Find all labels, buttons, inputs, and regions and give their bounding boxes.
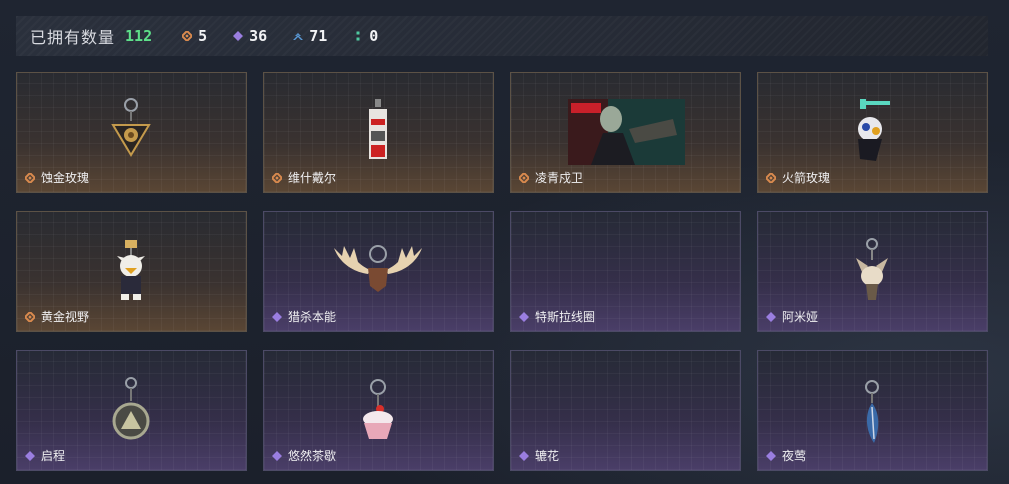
charm-name-row: 启程 [25, 447, 65, 464]
purple-diamond-icon [519, 311, 529, 322]
charm-name-row: 火箭玫瑰 [766, 169, 830, 186]
charm-card[interactable]: 阿米娅 [757, 211, 988, 332]
charm-card[interactable]: 火箭玫瑰 [757, 72, 988, 193]
fox-charm-icon [856, 238, 888, 300]
charm-name-row: 辘花 [519, 447, 559, 464]
charm-name-row: 维什戴尔 [272, 169, 336, 186]
cupcake-charm-icon [363, 379, 393, 439]
green-dots-icon [356, 31, 360, 41]
charm-name: 阿米娅 [782, 310, 819, 324]
tag-charm-icon [369, 99, 387, 159]
charm-card[interactable]: 蚀金玫瑰 [16, 72, 247, 193]
charm-name-row: 夜莺 [766, 447, 806, 464]
gold-rose-charm-icon [111, 98, 151, 157]
purple-diamond-icon [272, 450, 282, 461]
charm-name: 蚀金玫瑰 [41, 171, 90, 185]
emblem-charm-icon [112, 377, 150, 440]
purple-diamond-icon [766, 311, 776, 322]
charm-name-row: 凌青戍卫 [519, 169, 583, 186]
charm-name-row: 黄金视野 [25, 308, 89, 325]
gold-diamond-icon [272, 172, 282, 183]
charm-name-row: 猎杀本能 [272, 308, 336, 325]
gold-diamond-icon [766, 172, 776, 183]
charm-name: 悠然茶歇 [288, 449, 337, 463]
gold-diamond-icon [25, 172, 35, 183]
charm-collection-page: 已拥有数量 112 5 36 71 0 蚀金玫瑰 维什戴尔 凌青戍卫 火箭玫瑰 … [0, 0, 1009, 484]
owned-total-count: 112 [125, 27, 153, 45]
charm-card[interactable]: 凌青戍卫 [510, 72, 741, 193]
green-rarity-count: 0 [353, 27, 378, 45]
charm-card[interactable]: 启程 [16, 350, 247, 471]
charm-card[interactable]: 夜莺 [757, 350, 988, 471]
charm-grid: 蚀金玫瑰 维什戴尔 凌青戍卫 火箭玫瑰 黄金视野 猎杀本能 特斯拉线圈 阿米娅 … [16, 72, 988, 471]
charm-name-row: 阿米娅 [766, 308, 818, 325]
charm-card[interactable]: 黄金视野 [16, 211, 247, 332]
green-count-value: 0 [369, 27, 379, 45]
feather-charm-icon [865, 380, 879, 443]
purple-diamond-icon [519, 450, 529, 461]
charm-card[interactable]: 辘花 [510, 350, 741, 471]
charm-name-row: 特斯拉线圈 [519, 308, 595, 325]
gold-count-value: 5 [198, 27, 208, 45]
purple-diamond-icon [25, 450, 35, 461]
charm-name: 启程 [41, 449, 66, 463]
charm-name: 黄金视野 [41, 310, 90, 324]
gold-diamond-icon [519, 172, 529, 183]
charm-name: 凌青戍卫 [535, 171, 584, 185]
gold-diamond-icon [25, 311, 35, 322]
charm-card[interactable]: 猎杀本能 [263, 211, 494, 332]
ownership-summary-bar: 已拥有数量 112 5 36 71 0 [16, 16, 988, 56]
owned-count-label: 已拥有数量 [30, 30, 116, 47]
charm-name: 维什戴尔 [288, 171, 337, 185]
charm-name: 夜莺 [782, 449, 807, 463]
bird-figure-charm-icon [117, 240, 145, 300]
charm-name: 火箭玫瑰 [782, 171, 831, 185]
charm-name: 特斯拉线圈 [535, 310, 596, 324]
charm-name: 辘花 [535, 449, 560, 463]
character-poster-icon [568, 99, 685, 165]
empty-art [511, 212, 740, 312]
purple-rarity-count: 36 [233, 27, 267, 45]
blue-chevron-icon [293, 33, 304, 40]
blue-rarity-count: 71 [293, 27, 327, 45]
antler-charm-icon [334, 245, 422, 292]
charm-card[interactable]: 悠然茶歇 [263, 350, 494, 471]
empty-art [511, 351, 740, 451]
purple-diamond-icon [272, 311, 282, 322]
charm-name: 猎杀本能 [288, 310, 337, 324]
gold-rarity-count: 5 [182, 27, 207, 45]
charm-card[interactable]: 特斯拉线圈 [510, 211, 741, 332]
charm-name-row: 悠然茶歇 [272, 447, 336, 464]
purple-count-value: 36 [249, 27, 268, 45]
gold-diamond-icon [182, 31, 193, 41]
rocket-charm-icon [858, 99, 890, 161]
purple-diamond-icon [766, 450, 776, 461]
purple-diamond-icon [233, 31, 244, 41]
charm-card[interactable]: 维什戴尔 [263, 72, 494, 193]
blue-count-value: 71 [309, 27, 328, 45]
charm-name-row: 蚀金玫瑰 [25, 169, 89, 186]
